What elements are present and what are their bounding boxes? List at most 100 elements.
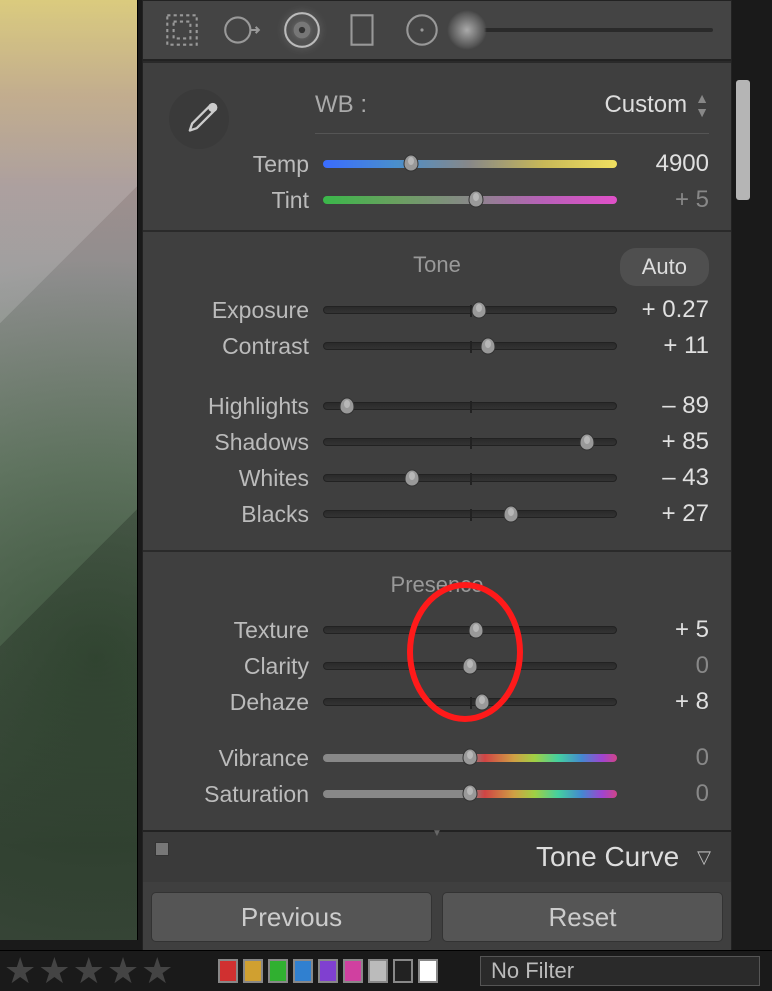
temp-slider-thumb[interactable] (401, 153, 421, 173)
tone-curve-label: Tone Curve (536, 841, 679, 873)
exposure-label: Exposure (165, 297, 309, 324)
presence-dehaze-row: Dehaze + 8 (165, 684, 709, 720)
shadows-value[interactable]: + 85 (631, 428, 709, 456)
saturation-slider-thumb[interactable] (460, 783, 480, 803)
color-label-swatch[interactable] (393, 959, 413, 983)
tint-slider-thumb[interactable] (466, 189, 486, 209)
wb-temp-row: Temp 4900 (165, 146, 709, 182)
wb-label: WB : (315, 91, 367, 119)
filter-dropdown[interactable]: No Filter (480, 956, 760, 986)
temp-value[interactable]: 4900 (631, 150, 709, 178)
color-label-swatch[interactable] (268, 959, 288, 983)
clarity-slider[interactable] (323, 662, 617, 670)
radial-filter-tool-icon[interactable] (401, 9, 443, 51)
tint-label: Tint (165, 187, 309, 214)
blacks-slider-thumb[interactable] (501, 504, 521, 524)
shadows-slider[interactable] (323, 438, 617, 446)
color-label-swatch[interactable] (368, 959, 388, 983)
spot-removal-tool-icon[interactable] (221, 9, 263, 51)
photo-preview (0, 0, 138, 940)
whites-slider[interactable] (323, 474, 617, 482)
rating-stars[interactable]: ★ ★ ★ ★ ★ (0, 953, 210, 989)
wb-dropdown[interactable]: Custom (604, 91, 687, 119)
vibrance-value[interactable]: 0 (631, 744, 709, 772)
presence-saturation-row: Saturation 0 (165, 776, 709, 812)
vibrance-slider-thumb[interactable] (460, 747, 480, 767)
local-adjustment-toolbar (143, 1, 731, 61)
star-icon[interactable]: ★ (107, 953, 139, 989)
tint-value[interactable]: + 5 (631, 186, 709, 214)
presence-section-2: Vibrance 0 Saturation 0 (143, 738, 731, 830)
presence-title: Presence (165, 570, 709, 612)
color-label-swatch[interactable] (343, 959, 363, 983)
texture-slider-thumb[interactable] (466, 620, 486, 640)
auto-tone-button[interactable]: Auto (620, 248, 709, 286)
tone-contrast-row: Contrast+ 11 (165, 328, 709, 364)
temp-slider[interactable] (323, 160, 617, 168)
star-icon[interactable]: ★ (38, 953, 70, 989)
color-label-swatch[interactable] (318, 959, 338, 983)
reset-button[interactable]: Reset (442, 892, 723, 942)
saturation-value[interactable]: 0 (631, 780, 709, 808)
whites-slider-thumb[interactable] (402, 468, 422, 488)
presence-clarity-row: Clarity0 (165, 648, 709, 684)
wb-tint-row: Tint + 5 (165, 182, 709, 218)
color-label-swatch[interactable] (293, 959, 313, 983)
contrast-value[interactable]: + 11 (631, 332, 709, 360)
dehaze-slider[interactable] (323, 698, 617, 706)
chevron-updown-icon[interactable]: ▲▼ (695, 91, 709, 119)
presence-section: Presence Texture+ 5Clarity0 Dehaze + 8 (143, 550, 731, 738)
whites-label: Whites (165, 465, 309, 492)
clarity-value[interactable]: 0 (631, 652, 709, 680)
panel-grip-icon[interactable]: ▼ (427, 828, 447, 836)
color-label-swatch[interactable] (218, 959, 238, 983)
whites-value[interactable]: – 43 (631, 464, 709, 492)
vibrance-slider[interactable] (323, 754, 617, 762)
saturation-slider[interactable] (323, 790, 617, 798)
tint-slider[interactable] (323, 196, 617, 204)
exposure-value[interactable]: + 0.27 (631, 296, 709, 324)
dehaze-slider-thumb[interactable] (472, 692, 492, 712)
brush-size-slider[interactable] (469, 28, 713, 32)
contrast-slider-thumb[interactable] (478, 336, 498, 356)
texture-value[interactable]: + 5 (631, 616, 709, 644)
tone-curve-toggle-icon[interactable] (155, 842, 169, 856)
star-icon[interactable]: ★ (73, 953, 105, 989)
white-balance-eyedropper-icon[interactable] (169, 89, 229, 149)
vibrance-label: Vibrance (165, 745, 309, 772)
color-label-swatch[interactable] (418, 959, 438, 983)
star-icon[interactable]: ★ (4, 953, 36, 989)
highlights-value[interactable]: – 89 (631, 392, 709, 420)
dehaze-label: Dehaze (165, 689, 309, 716)
crop-tool-icon[interactable] (161, 9, 203, 51)
texture-slider[interactable] (323, 626, 617, 634)
star-icon[interactable]: ★ (141, 953, 173, 989)
contrast-slider[interactable] (323, 342, 617, 350)
presence-texture-row: Texture+ 5 (165, 612, 709, 648)
tone-highlights-row: Highlights– 89 (165, 388, 709, 424)
filmstrip-toolbar: ★ ★ ★ ★ ★ No Filter (0, 950, 772, 990)
exposure-slider[interactable] (323, 306, 617, 314)
tone-blacks-row: Blacks + 27 (165, 496, 709, 532)
disclosure-triangle-icon[interactable]: ▽ (697, 847, 711, 868)
temp-label: Temp (165, 151, 309, 178)
redeye-tool-icon[interactable] (281, 9, 323, 51)
blacks-slider[interactable] (323, 510, 617, 518)
tone-exposure-row: Exposure + 0.27 (165, 292, 709, 328)
blacks-label: Blacks (165, 501, 309, 528)
tone-whites-row: Whites – 43 (165, 460, 709, 496)
panel-scrollbar-thumb[interactable] (736, 80, 750, 200)
highlights-slider-thumb[interactable] (337, 396, 357, 416)
shadows-slider-thumb[interactable] (577, 432, 597, 452)
dehaze-value[interactable]: + 8 (631, 688, 709, 716)
blacks-value[interactable]: + 27 (631, 500, 709, 528)
develop-panel: WB : Custom ▲▼ Temp4900Tint+ 5 Tone Auto… (142, 0, 732, 955)
graduated-filter-tool-icon[interactable] (341, 9, 383, 51)
color-label-swatch[interactable] (243, 959, 263, 983)
panel-button-row: Previous Reset (143, 882, 731, 954)
tone-section: Tone Auto Exposure+ 0.27Contrast+ 11 (143, 230, 731, 382)
tone-curve-panel-header[interactable]: ▼ Tone Curve ▽ (143, 830, 731, 882)
saturation-label: Saturation (165, 781, 309, 808)
highlights-slider[interactable] (323, 402, 617, 410)
previous-button[interactable]: Previous (151, 892, 432, 942)
